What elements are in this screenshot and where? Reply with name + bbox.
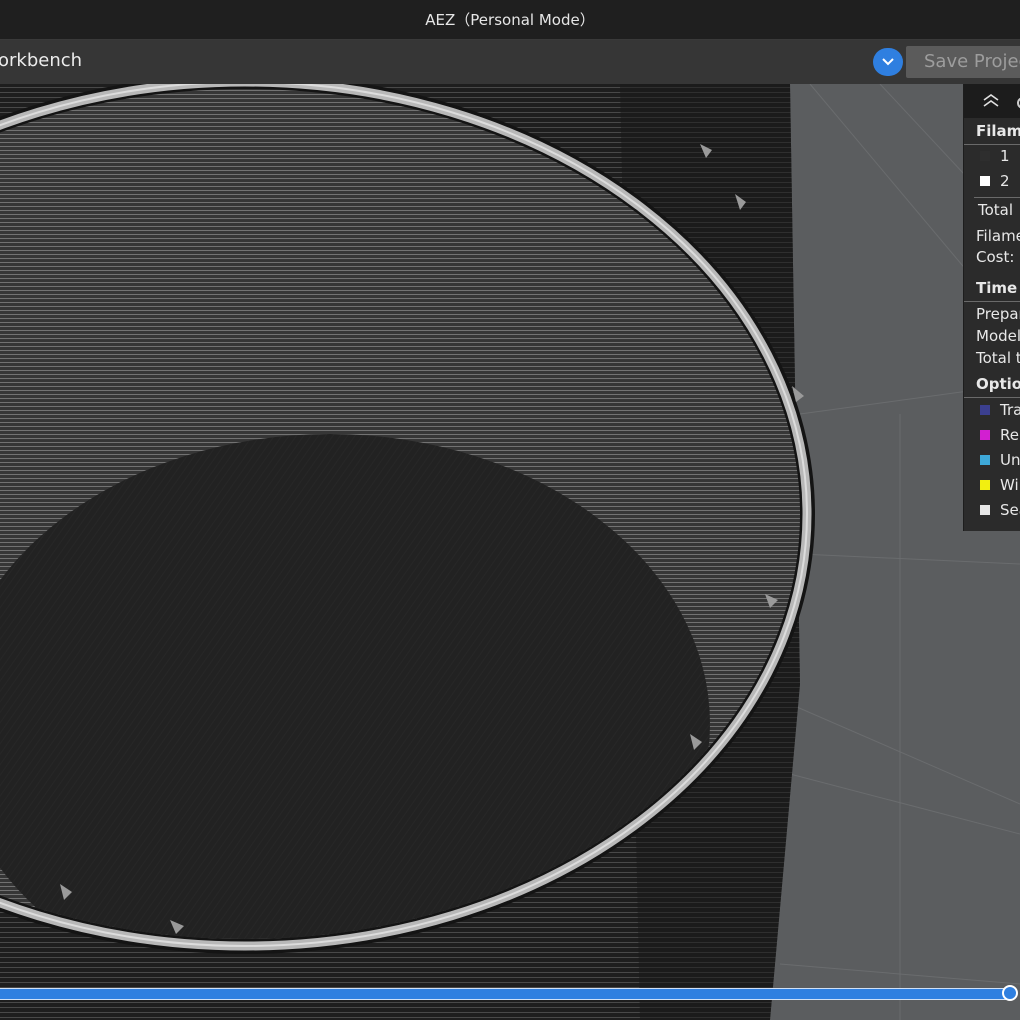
option-travel[interactable]: Tra	[1000, 401, 1020, 419]
panel-header	[964, 84, 1020, 118]
travel-swatch	[980, 405, 990, 415]
main-toolbar: orkbench	[0, 40, 1020, 84]
window-title: AEZ（Personal Mode）	[0, 0, 1020, 40]
filament-heading: Filame	[976, 122, 1020, 140]
gcode-preview-render	[0, 84, 1020, 1020]
option-retraction[interactable]: Re	[1000, 426, 1019, 444]
layer-slider-handle[interactable]	[1002, 985, 1018, 1001]
seams-swatch	[980, 505, 990, 515]
divider	[974, 197, 1020, 198]
filament-2-label: 2	[1000, 172, 1010, 190]
wipe-swatch	[980, 480, 990, 490]
unretraction-swatch	[980, 455, 990, 465]
save-dropdown-button[interactable]	[873, 48, 903, 76]
option-wipe[interactable]: Wi	[1000, 476, 1019, 494]
filament-1-label: 1	[1000, 147, 1010, 165]
prepare-time-label: Prepar	[976, 305, 1020, 323]
layer-slider-track[interactable]	[0, 988, 1012, 1000]
cost-label: Cost:	[976, 248, 1015, 266]
divider	[964, 144, 1020, 145]
option-seams[interactable]: Sea	[1000, 501, 1020, 519]
filament-2-swatch	[980, 176, 990, 186]
time-estimation-heading: Time E	[976, 279, 1020, 297]
filament-1-swatch	[980, 151, 990, 161]
save-project-button[interactable]: Save Projec	[906, 46, 1020, 78]
options-heading: Option	[976, 375, 1020, 393]
total-label: Total	[978, 201, 1014, 219]
3d-preview-viewport[interactable]	[0, 84, 1020, 1020]
total-time-label: Total t	[976, 349, 1020, 367]
model-time-label: Model	[976, 327, 1020, 345]
retraction-swatch	[980, 430, 990, 440]
chevron-down-icon	[882, 58, 894, 66]
divider	[964, 397, 1020, 398]
option-unretraction[interactable]: Un	[1000, 451, 1020, 469]
collapse-up-icon[interactable]	[982, 92, 1000, 108]
divider	[964, 301, 1020, 302]
filament-usage-label: Filame	[976, 227, 1020, 245]
slice-statistics-panel: Filame 1 2 Total Filame Cost: Time E Pre…	[963, 84, 1020, 531]
workbench-tab[interactable]: orkbench	[0, 50, 82, 71]
